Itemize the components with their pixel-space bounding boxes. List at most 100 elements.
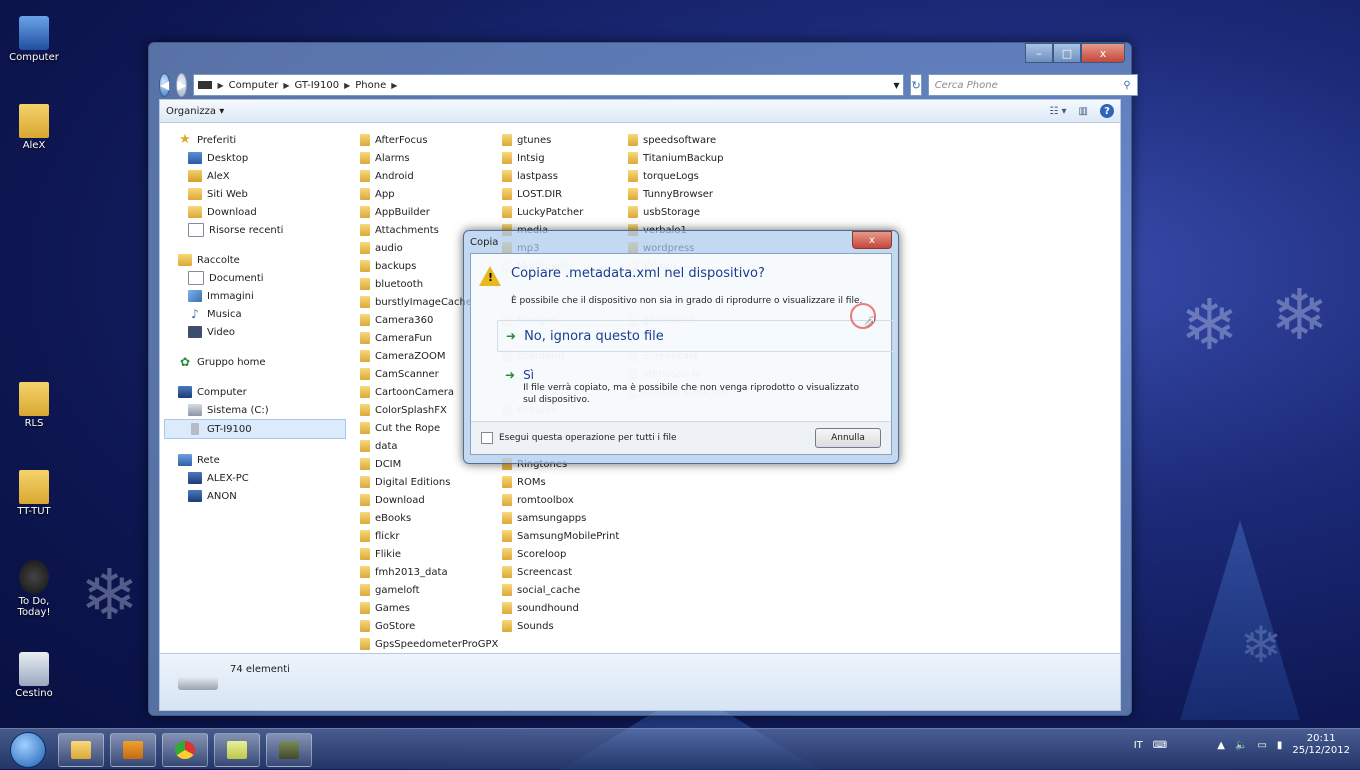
nav-item-music[interactable]: ♪ Musica [160, 305, 350, 323]
file-item[interactable]: flickr [360, 527, 498, 545]
file-item[interactable]: gtunes [502, 131, 619, 149]
start-button[interactable] [10, 732, 46, 768]
file-item[interactable]: SamsungMobilePrint [502, 527, 619, 545]
search-input[interactable]: Cerca Phone ⚲ [927, 74, 1138, 96]
desktop-icon-alex[interactable]: AleX [4, 104, 64, 151]
view-options-icon[interactable]: ☷ ▾ [1049, 106, 1066, 117]
file-item[interactable]: TitaniumBackup [628, 149, 729, 167]
copy-dialog: Copia x ! Copiare .metadata.xml nel disp… [463, 230, 899, 464]
nav-item-images[interactable]: Immagini [160, 287, 350, 305]
refresh-button[interactable]: ↻ [910, 74, 922, 96]
maximize-button[interactable]: □ [1053, 43, 1081, 63]
file-item[interactable]: samsungapps [502, 509, 619, 527]
close-button[interactable]: x [1081, 43, 1125, 63]
file-item[interactable]: Screencast [502, 563, 619, 581]
file-item[interactable]: GoStore [360, 617, 498, 635]
file-item[interactable]: ROMs [502, 473, 619, 491]
clock[interactable]: 20:11 25/12/2012 [1292, 733, 1350, 757]
file-item[interactable]: fmh2013_data [360, 563, 498, 581]
safely-remove-icon[interactable]: ▮ [1277, 740, 1283, 751]
nav-computer[interactable]: Computer [160, 383, 350, 401]
minimize-button[interactable]: – [1025, 43, 1053, 63]
file-item[interactable]: gameloft [360, 581, 498, 599]
nav-item-alex-pc[interactable]: ALEX-PC [160, 469, 350, 487]
desktop-icon-rls[interactable]: RLS [4, 382, 64, 429]
folder-icon [19, 470, 49, 504]
nav-item-siti-web[interactable]: Siti Web [160, 185, 350, 203]
chevron-down-icon[interactable]: ▼ [893, 81, 899, 90]
copy-anyway-option[interactable]: ➜ Sì Il file verrà copiato, ma è possibi… [497, 368, 893, 406]
preview-pane-icon[interactable]: ▥ [1079, 106, 1088, 117]
file-item[interactable]: romtoolbox [502, 491, 619, 509]
nav-favorites[interactable]: ★ Preferiti [160, 131, 350, 149]
taskbar-outlook[interactable] [110, 733, 156, 767]
file-item[interactable]: App [360, 185, 498, 203]
help-icon[interactable]: ? [1100, 104, 1114, 118]
folder-icon [360, 368, 370, 380]
file-item[interactable]: social_cache [502, 581, 619, 599]
file-item[interactable]: AppBuilder [360, 203, 498, 221]
file-item[interactable]: speedsoftware [628, 131, 729, 149]
nav-item-desktop[interactable]: Desktop [160, 149, 350, 167]
show-hidden-icons-icon[interactable]: ▲ [1217, 740, 1225, 751]
desktop-icon-todo[interactable]: To Do, Today! [4, 560, 64, 618]
taskbar-sticky-notes[interactable] [214, 733, 260, 767]
nav-item-download[interactable]: Download [160, 203, 350, 221]
breadcrumb-item[interactable]: Phone [355, 80, 386, 91]
breadcrumb-item[interactable]: GT-I9100 [295, 80, 340, 91]
desktop-icon-tt-tut[interactable]: TT-TUT [4, 470, 64, 517]
language-indicator[interactable]: IT [1134, 740, 1143, 751]
file-item[interactable]: Sounds [502, 617, 619, 635]
status-bar: 74 elementi [159, 653, 1121, 711]
file-name: romtoolbox [517, 494, 574, 506]
file-item[interactable]: TunnyBrowser [628, 185, 729, 203]
file-item[interactable]: LuckyPatcher [502, 203, 619, 221]
desktop-icon-computer[interactable]: Computer [4, 16, 64, 63]
volume-icon[interactable]: 🔈 [1235, 740, 1247, 751]
nav-label: Video [207, 326, 236, 338]
file-item[interactable]: Scoreloop [502, 545, 619, 563]
file-item[interactable]: Digital Editions [360, 473, 498, 491]
nav-libraries[interactable]: Raccolte [160, 251, 350, 269]
file-item[interactable]: GpsSpeedometerProGPX [360, 635, 498, 653]
nav-item-system-drive[interactable]: Sistema (C:) [160, 401, 350, 419]
file-item[interactable]: Download [360, 491, 498, 509]
nav-network[interactable]: Rete [160, 451, 350, 469]
skip-file-option[interactable]: ➜ No, ignora questo file [497, 320, 895, 352]
file-name: soundhound [517, 602, 579, 614]
breadcrumb-item[interactable]: Computer [229, 80, 279, 91]
nav-item-recent[interactable]: Risorse recenti [160, 221, 350, 239]
desktop-icon-recycle-bin[interactable]: Cestino [4, 652, 64, 699]
file-item[interactable]: Games [360, 599, 498, 617]
file-item[interactable]: AfterFocus [360, 131, 498, 149]
taskbar-explorer[interactable] [58, 733, 104, 767]
organize-button[interactable]: Organizza ▾ [166, 106, 224, 117]
file-item[interactable]: eBooks [360, 509, 498, 527]
taskbar-chrome[interactable] [162, 733, 208, 767]
file-item[interactable]: Android [360, 167, 498, 185]
file-item[interactable]: usbStorage [628, 203, 729, 221]
dialog-close-button[interactable]: x [852, 231, 892, 249]
nav-homegroup[interactable]: ✿ Gruppo home [160, 353, 350, 371]
back-button[interactable]: ◀ [159, 73, 171, 97]
address-bar[interactable]: ▶ Computer ▶ GT-I9100 ▶ Phone ▶ ▼ [193, 74, 905, 96]
file-item[interactable]: soundhound [502, 599, 619, 617]
forward-button[interactable]: ▶ [176, 73, 188, 97]
nav-item-video[interactable]: Video [160, 323, 350, 341]
file-item[interactable]: LOST.DIR [502, 185, 619, 203]
file-item[interactable]: Alarms [360, 149, 498, 167]
file-item[interactable]: lastpass [502, 167, 619, 185]
file-item[interactable]: torqueLogs [628, 167, 729, 185]
nav-item-anon[interactable]: ANON [160, 487, 350, 505]
taskbar-app[interactable] [266, 733, 312, 767]
file-item[interactable]: Intsig [502, 149, 619, 167]
network-tray-icon[interactable]: ▭ [1257, 740, 1266, 751]
apply-to-all-checkbox[interactable] [481, 432, 493, 444]
nav-item-documents[interactable]: Documenti [160, 269, 350, 287]
file-item[interactable]: Flikie [360, 545, 498, 563]
nav-item-alex[interactable]: AleX [160, 167, 350, 185]
nav-item-phone[interactable]: GT-I9100 [164, 419, 346, 439]
keyboard-icon[interactable]: ⌨ [1153, 740, 1167, 751]
cancel-button[interactable]: Annulla [815, 428, 881, 448]
file-name: gameloft [375, 584, 420, 596]
